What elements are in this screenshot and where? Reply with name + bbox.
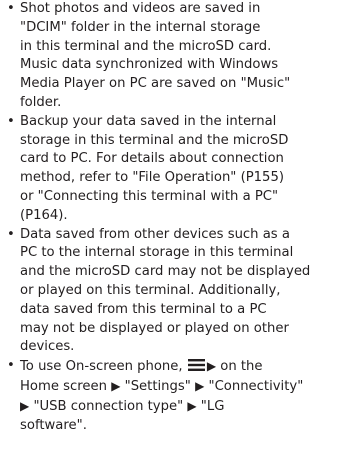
- text-line: Backup your data saved in the internal: [20, 113, 277, 129]
- text-line: data saved from this terminal to a PC: [20, 301, 267, 317]
- instruction-text: "Connectivity": [208, 378, 304, 394]
- text-line: Home screen ▶ "Settings" ▶ "Connectivity…: [20, 377, 335, 397]
- menu-icon-graphic: [187, 359, 205, 372]
- text-line: storage in this terminal and the microSD: [20, 132, 289, 148]
- menu-icon: [187, 359, 205, 372]
- text-line: method, refer to "File Operation" (P155): [20, 170, 284, 186]
- arrow-icon: ▶: [195, 378, 205, 393]
- instruction-text: "Settings": [124, 378, 191, 394]
- text-line: Media Player on PC are saved on "Music": [20, 76, 291, 92]
- list-item-text: Backup your data saved in the internal s…: [20, 113, 335, 226]
- instruction-text: on the: [220, 359, 263, 375]
- text-line: folder.: [20, 94, 62, 110]
- notes-list: • Shot photos and videos are saved in "D…: [7, 0, 335, 435]
- list-item: • Data saved from other devices such as …: [7, 226, 335, 358]
- text-line: Shot photos and videos are saved in: [20, 1, 261, 16]
- text-line: in this terminal and the microSD card.: [20, 38, 272, 54]
- text-line: or played on this terminal. Additionally…: [20, 282, 281, 298]
- instruction-text: "USB connection type": [33, 398, 184, 414]
- arrow-icon: ▶: [111, 378, 121, 393]
- text-line: (P164).: [20, 207, 68, 223]
- text-line: Music data synchronized with Windows: [20, 57, 279, 73]
- arrow-icon: ▶: [20, 398, 30, 413]
- arrow-icon: ▶: [206, 359, 217, 374]
- text-line: card to PC. For details about connection: [20, 151, 284, 167]
- text-line: software".: [20, 417, 87, 433]
- text-line: To use On-screen phone, ▶ on the: [20, 357, 335, 377]
- bullet-mark: •: [7, 226, 15, 242]
- text-line: and the microSD card may not be displaye…: [20, 264, 311, 280]
- list-item-text: Data saved from other devices such as a …: [20, 226, 335, 358]
- bullet-mark: •: [7, 113, 15, 129]
- list-item-text: To use On-screen phone, ▶ on the Home sc…: [20, 357, 335, 435]
- list-item: • Backup your data saved in the internal…: [7, 113, 335, 226]
- instruction-text: To use On-screen phone,: [20, 359, 183, 375]
- arrow-icon: ▶: [187, 398, 197, 413]
- text-line: may not be displayed or played on other: [20, 320, 289, 336]
- text-line: ▶ "USB connection type" ▶ "LG: [20, 397, 335, 417]
- instruction-text: Home screen: [20, 378, 107, 394]
- bullet-mark: •: [7, 1, 15, 16]
- text-line: "DCIM" folder in the internal storage: [20, 19, 261, 35]
- list-item: • To use On-screen phone, ▶ on the Home …: [7, 357, 335, 435]
- text-line: Data saved from other devices such as a: [20, 226, 290, 242]
- text-line: or "Connecting this terminal with a PC": [20, 188, 279, 204]
- instruction-text: "LG: [200, 398, 225, 414]
- text-line: devices.: [20, 339, 75, 355]
- list-item: • Shot photos and videos are saved in "D…: [7, 0, 335, 113]
- document-page: • Shot photos and videos are saved in "D…: [0, 0, 339, 461]
- list-item-text: Shot photos and videos are saved in "DCI…: [20, 0, 335, 113]
- text-line: PC to the internal storage in this termi…: [20, 245, 294, 261]
- bullet-mark: •: [7, 358, 15, 374]
